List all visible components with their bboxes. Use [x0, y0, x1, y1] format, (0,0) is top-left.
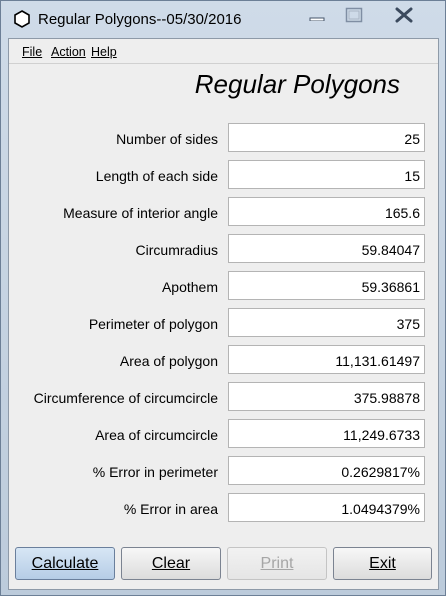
- calculate-button-label: Calculate: [31, 554, 99, 572]
- print-button[interactable]: Print: [227, 547, 327, 580]
- label-side-length: Length of each side: [95, 168, 218, 184]
- field-circumcircle-circumference[interactable]: 375.98878: [228, 382, 425, 411]
- maximize-button[interactable]: [336, 2, 372, 28]
- field-number-of-sides[interactable]: 25: [228, 123, 425, 152]
- client-area: File Action Help Regular Polygons Number…: [8, 38, 439, 590]
- field-circumcircle-area[interactable]: 11,249.6733: [228, 419, 425, 448]
- menu-action[interactable]: Action: [51, 45, 86, 59]
- menu-help-label: Help: [91, 45, 117, 59]
- field-perimeter-error[interactable]: 0.2629817%: [228, 456, 425, 485]
- menu-bar: File Action Help: [9, 39, 438, 64]
- label-interior-angle: Measure of interior angle: [63, 205, 218, 221]
- clear-button[interactable]: Clear: [121, 547, 221, 580]
- maximize-icon: [345, 7, 363, 23]
- field-interior-angle[interactable]: 165.6: [228, 197, 425, 226]
- exit-button-label: Exit: [369, 554, 396, 572]
- close-button[interactable]: [373, 2, 435, 28]
- clear-button-label: Clear: [151, 554, 191, 572]
- field-area-error[interactable]: 1.0494379%: [228, 493, 425, 522]
- title-bar[interactable]: Regular Polygons--05/30/2016: [1, 1, 445, 37]
- label-perimeter: Perimeter of polygon: [88, 316, 218, 332]
- calculate-button[interactable]: Calculate: [15, 547, 115, 580]
- field-apothem[interactable]: 59.36861: [228, 271, 425, 300]
- label-perimeter-error: % Error in perimeter: [92, 464, 218, 480]
- page-heading: Regular Polygons: [194, 69, 400, 99]
- field-circumradius[interactable]: 59.84047: [228, 234, 425, 263]
- field-side-length[interactable]: 15: [228, 160, 425, 189]
- label-apothem: Apothem: [161, 279, 218, 295]
- menu-help[interactable]: Help: [91, 45, 117, 59]
- print-button-label: Print: [260, 554, 294, 572]
- menu-file[interactable]: File: [22, 45, 42, 59]
- menu-file-label: File: [22, 45, 43, 59]
- label-circumcircle-circumference: Circumference of circumcircle: [33, 390, 218, 406]
- label-number-of-sides: Number of sides: [116, 131, 218, 147]
- label-area-error: % Error in area: [123, 501, 218, 517]
- exit-button[interactable]: Exit: [333, 547, 432, 580]
- minimize-icon: [309, 17, 325, 21]
- field-perimeter[interactable]: 375: [228, 308, 425, 337]
- label-circumcircle-area: Area of circumcircle: [95, 427, 218, 443]
- label-circumradius: Circumradius: [135, 242, 218, 258]
- field-area[interactable]: 11,131.61497: [228, 345, 425, 374]
- minimize-button[interactable]: [299, 2, 335, 28]
- app-window: Regular Polygons--05/30/2016 File Action…: [0, 0, 446, 596]
- hexagon-icon: [14, 10, 30, 28]
- label-area: Area of polygon: [119, 353, 218, 369]
- window-title: Regular Polygons--05/30/2016: [38, 11, 242, 28]
- menu-action-label: Action: [51, 45, 86, 59]
- close-icon: [395, 7, 413, 23]
